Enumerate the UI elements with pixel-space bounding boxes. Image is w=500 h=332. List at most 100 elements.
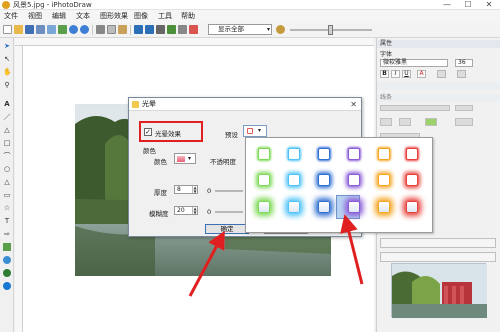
spinner-icon[interactable]: ▲ ▼ xyxy=(192,207,197,214)
image-tool-icon[interactable] xyxy=(3,243,11,251)
glow-preset-option[interactable] xyxy=(406,201,418,213)
preset-dropdown[interactable]: ▾ xyxy=(243,125,267,137)
view-mode-select[interactable]: 显示全部 ▾ xyxy=(208,24,272,35)
menu-image[interactable]: 图像 xyxy=(134,10,148,22)
menu-edit[interactable]: 编辑 xyxy=(52,10,66,22)
font-size-select[interactable]: 36 xyxy=(455,59,473,67)
glow-preset-option[interactable] xyxy=(288,174,300,186)
text-tool-icon[interactable]: A xyxy=(3,100,11,108)
glow-preset-option[interactable] xyxy=(348,174,360,186)
line-color-button[interactable] xyxy=(425,118,437,126)
paste-icon[interactable] xyxy=(118,25,127,34)
maximize-button[interactable]: ☐ xyxy=(458,0,478,10)
open-folder-icon[interactable] xyxy=(14,25,23,34)
hand-icon[interactable]: ✋ xyxy=(3,68,12,76)
zoom-icon[interactable] xyxy=(276,25,285,34)
blur-input[interactable]: 20 ▲ ▼ xyxy=(174,206,198,215)
glow-preset-option[interactable] xyxy=(258,148,270,160)
glow-preset-option[interactable] xyxy=(288,148,300,160)
menu-tools[interactable]: 工具 xyxy=(158,10,172,22)
menu-help[interactable]: 帮助 xyxy=(181,10,195,22)
blur-slider[interactable] xyxy=(215,211,243,213)
menu-file[interactable]: 文件 xyxy=(4,10,18,22)
line-align-button[interactable] xyxy=(380,118,392,126)
glow-preset-option[interactable] xyxy=(378,201,390,213)
check-icon[interactable] xyxy=(167,25,176,34)
text-align-button[interactable] xyxy=(457,70,466,78)
glow-preset-option[interactable] xyxy=(348,201,360,213)
curve-tool-icon[interactable]: ⌒ xyxy=(3,152,11,160)
arrow-tool-icon[interactable]: ⇨ xyxy=(3,230,11,238)
line-width-select[interactable] xyxy=(455,105,473,111)
ok-button[interactable]: 确定 xyxy=(205,224,249,234)
glow-preset-option[interactable] xyxy=(348,148,360,160)
close-button[interactable]: ✕ xyxy=(479,0,499,10)
select-arrow-icon[interactable]: ➤ xyxy=(3,42,11,50)
thickness-slider[interactable] xyxy=(215,190,243,192)
line-style-select[interactable] xyxy=(380,105,450,111)
glow-preset-option[interactable] xyxy=(318,201,330,213)
star-tool-icon[interactable]: ☆ xyxy=(3,204,11,212)
glow-preset-option[interactable] xyxy=(406,148,418,160)
pointer-icon[interactable]: ↖ xyxy=(3,55,11,63)
color-label: 颜色 xyxy=(154,158,167,166)
text-box-tool-icon[interactable]: T xyxy=(3,217,11,225)
globe-icon[interactable] xyxy=(3,269,11,277)
italic-button[interactable]: I xyxy=(391,70,400,78)
screen-capture-icon[interactable] xyxy=(47,25,56,34)
shape-fill-icon[interactable] xyxy=(3,256,11,264)
glow-preset-option[interactable] xyxy=(406,174,418,186)
copy-icon[interactable] xyxy=(107,25,116,34)
rotate-right-icon[interactable] xyxy=(145,25,154,34)
font-name-select[interactable]: 微软雅黑 xyxy=(380,59,448,67)
glow-preset-option[interactable] xyxy=(378,148,390,160)
menu-text[interactable]: 文本 xyxy=(76,10,90,22)
underline-button[interactable]: U xyxy=(402,70,411,78)
text-effect-button[interactable] xyxy=(437,70,446,78)
glow-preset-option[interactable] xyxy=(258,174,270,186)
print-icon[interactable] xyxy=(36,25,45,34)
glow-preset-option[interactable] xyxy=(318,148,330,160)
minimize-button[interactable]: — xyxy=(437,0,457,10)
info-icon[interactable] xyxy=(3,282,11,290)
zoom-tool-icon[interactable]: ⚲ xyxy=(3,81,11,89)
spinner-icon[interactable]: ▲ ▼ xyxy=(192,186,197,193)
bold-button[interactable]: B xyxy=(380,70,389,78)
font-color-button[interactable]: A xyxy=(417,70,426,78)
glow-preset-option[interactable] xyxy=(378,174,390,186)
glow-preset-option[interactable] xyxy=(318,174,330,186)
pen-icon[interactable] xyxy=(156,25,165,34)
crop-icon[interactable] xyxy=(189,25,198,34)
preset-label: 预设 xyxy=(225,131,238,139)
image-icon[interactable] xyxy=(58,25,67,34)
eraser-icon[interactable] xyxy=(178,25,187,34)
ellipse-tool-icon[interactable]: ○ xyxy=(3,165,11,173)
cut-icon[interactable] xyxy=(96,25,105,34)
callout-tool-icon[interactable]: ▭ xyxy=(3,191,11,199)
line-cap-button[interactable] xyxy=(399,118,411,126)
glow-preset-option[interactable] xyxy=(258,201,270,213)
transform-toolbar[interactable] xyxy=(380,252,496,262)
new-file-icon[interactable] xyxy=(3,25,12,34)
line-pattern-button[interactable] xyxy=(455,118,473,126)
redo-icon[interactable] xyxy=(80,25,89,34)
thickness-input[interactable]: 8 ▲ ▼ xyxy=(174,185,198,194)
glow-preset-option[interactable] xyxy=(288,201,300,213)
undo-icon[interactable] xyxy=(69,25,78,34)
menu-view[interactable]: 视图 xyxy=(28,10,42,22)
color-picker[interactable]: ▾ xyxy=(174,153,196,164)
dialog-close-button[interactable]: ✕ xyxy=(350,98,357,111)
color-section-label: 颜色 xyxy=(143,147,156,155)
rotate-left-icon[interactable] xyxy=(134,25,143,34)
blur-label: 模糊度 xyxy=(149,210,169,218)
line-tool-icon[interactable]: ／ xyxy=(3,113,11,121)
glow-enable-checkbox[interactable]: ✓ xyxy=(144,128,152,136)
polyline-tool-icon[interactable]: △ xyxy=(3,126,11,134)
thumbnail-preview[interactable] xyxy=(391,263,487,318)
zoom-slider-thumb[interactable] xyxy=(328,25,333,35)
menu-shape-effects[interactable]: 图形效果 xyxy=(100,10,128,22)
save-icon[interactable] xyxy=(25,25,34,34)
triangle-tool-icon[interactable]: △ xyxy=(3,178,11,186)
rectangle-tool-icon[interactable]: □ xyxy=(3,139,11,147)
alignment-toolbar[interactable] xyxy=(380,238,496,248)
